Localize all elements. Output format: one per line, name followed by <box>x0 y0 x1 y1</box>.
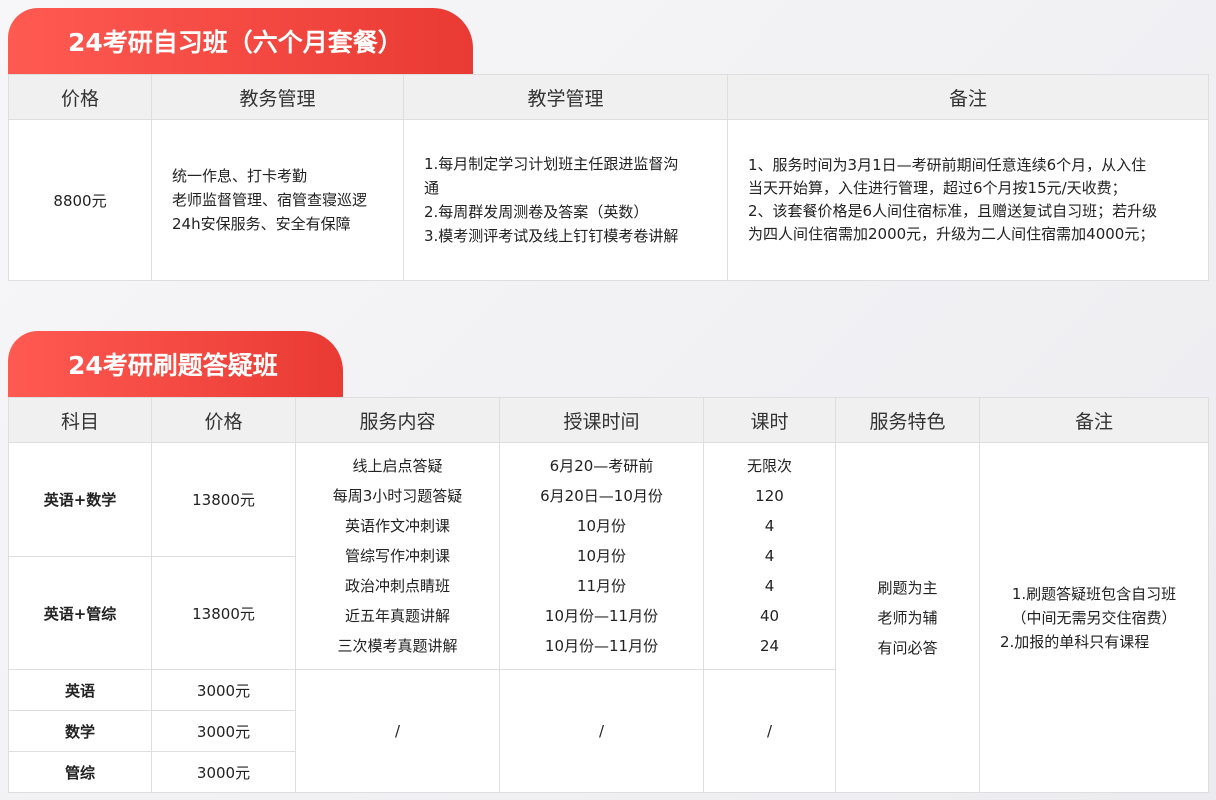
service-slash: / <box>295 669 500 793</box>
header-service: 服务内容 <box>295 397 500 443</box>
price-cell: 3000元 <box>151 669 296 711</box>
time-item: 10月份 <box>576 547 627 565</box>
teaching-line: 通 <box>424 179 440 197</box>
qa-class-table: 科目 价格 服务内容 授课时间 课时 服务特色 备注 英语+数学 13800元 … <box>8 397 1209 793</box>
header-subject: 科目 <box>8 397 152 443</box>
service-list: 线上启点答疑 每周3小时习题答疑 英语作文冲刺课 管综写作冲刺课 政治冲刺点睛班… <box>295 442 500 670</box>
service-item: 管综写作冲刺课 <box>344 547 450 565</box>
price-cell: 8800元 <box>8 119 152 281</box>
admin-line: 老师监督管理、宿管查寝巡逻 <box>172 191 368 209</box>
section-title-qa-class: 24考研刷题答疑班 <box>8 331 343 397</box>
subject-cell: 英语+管综 <box>8 556 152 670</box>
remark-line: 2、该套餐价格是6人间住宿标准，且赠送复试自习班；若升级 <box>748 202 1158 220</box>
admin-cell: 统一作息、打卡考勤 老师监督管理、宿管查寝巡逻 24h安保服务、安全有保障 <box>151 119 404 281</box>
subject-cell: 数学 <box>8 710 152 752</box>
hours-slash: / <box>703 669 836 793</box>
header-time: 授课时间 <box>499 397 704 443</box>
service-item: 英语作文冲刺课 <box>344 517 450 535</box>
features-cell: 刷题为主 老师为辅 有问必答 <box>835 442 980 793</box>
header-hours: 课时 <box>703 397 836 443</box>
teaching-line: 3.模考测评考试及线上钉钉模考卷讲解 <box>424 227 679 245</box>
price-cell: 13800元 <box>151 556 296 670</box>
header-remarks: 备注 <box>727 74 1209 120</box>
hours-item: 40 <box>759 607 780 625</box>
header-price: 价格 <box>8 74 152 120</box>
remarks-cell: 1、服务时间为3月1日—考研前期间任意连续6个月，从入住 当天开始算，入住进行管… <box>727 119 1209 281</box>
subject-cell: 管综 <box>8 751 152 793</box>
price-cell: 13800元 <box>151 442 296 557</box>
time-item: 10月份—11月份 <box>544 607 659 625</box>
remarks-cell: 1.刷题答疑班包含自习班 （中间无需另交住宿费） 2.加报的单科只有课程 <box>979 442 1209 793</box>
header-price: 价格 <box>151 397 296 443</box>
hours-item: 无限次 <box>746 457 792 475</box>
remark-line: 为四人间住宿需加2000元，升级为二人间住宿需加4000元； <box>748 225 1155 243</box>
feature-item: 刷题为主 <box>877 578 938 597</box>
time-slash: / <box>499 669 704 793</box>
admin-line: 24h安保服务、安全有保障 <box>172 215 351 233</box>
time-item: 6月20日—10月份 <box>540 487 663 505</box>
remark-line: 1.刷题答疑班包含自习班 <box>1011 584 1177 603</box>
self-study-table: 价格 教务管理 教学管理 备注 8800元 统一作息、打卡考勤 老师监督管理、宿… <box>8 74 1209 281</box>
header-admin: 教务管理 <box>151 74 404 120</box>
time-item: 11月份 <box>576 577 627 595</box>
feature-item: 老师为辅 <box>877 608 938 627</box>
feature-item: 有问必答 <box>877 638 938 657</box>
service-item: 每周3小时习题答疑 <box>332 487 463 505</box>
service-item: 近五年真题讲解 <box>344 607 450 625</box>
section-title-self-study: 24考研自习班（六个月套餐） <box>8 8 473 74</box>
remark-line: 当天开始算，入住进行管理，超过6个月按15元/天收费； <box>748 179 1127 197</box>
admin-line: 统一作息、打卡考勤 <box>172 167 308 185</box>
service-item: 三次模考真题讲解 <box>337 637 458 655</box>
service-item: 线上启点答疑 <box>352 457 443 475</box>
price-cell: 3000元 <box>151 751 296 793</box>
hours-list: 无限次 120 4 4 4 40 24 <box>703 442 836 670</box>
hours-item: 4 <box>764 577 775 595</box>
remark-line: 1、服务时间为3月1日—考研前期间任意连续6个月，从入住 <box>748 156 1147 174</box>
hours-item: 120 <box>755 487 784 505</box>
price-cell: 3000元 <box>151 710 296 752</box>
remark-line: （中间无需另交住宿费） <box>1011 608 1177 627</box>
hours-item: 4 <box>764 547 775 565</box>
time-list: 6月20—考研前 6月20日—10月份 10月份 10月份 11月份 10月份—… <box>499 442 704 670</box>
time-item: 6月20—考研前 <box>549 457 654 475</box>
subject-cell: 英语 <box>8 669 152 711</box>
teaching-cell: 1.每月制定学习计划班主任跟进监督沟 通 2.每周群发周测卷及答案（英数） 3.… <box>403 119 728 281</box>
header-features: 服务特色 <box>835 397 980 443</box>
teaching-line: 2.每周群发周测卷及答案（英数） <box>424 203 649 221</box>
subject-cell: 英语+数学 <box>8 442 152 557</box>
header-remarks: 备注 <box>979 397 1209 443</box>
time-item: 10月份 <box>576 517 627 535</box>
header-teaching: 教学管理 <box>403 74 728 120</box>
remark-line: 2.加报的单科只有课程 <box>1000 632 1150 651</box>
time-item: 10月份—11月份 <box>544 637 659 655</box>
teaching-line: 1.每月制定学习计划班主任跟进监督沟 <box>424 155 679 173</box>
hours-item: 24 <box>759 637 780 655</box>
service-item: 政治冲刺点睛班 <box>344 577 450 595</box>
hours-item: 4 <box>764 517 775 535</box>
